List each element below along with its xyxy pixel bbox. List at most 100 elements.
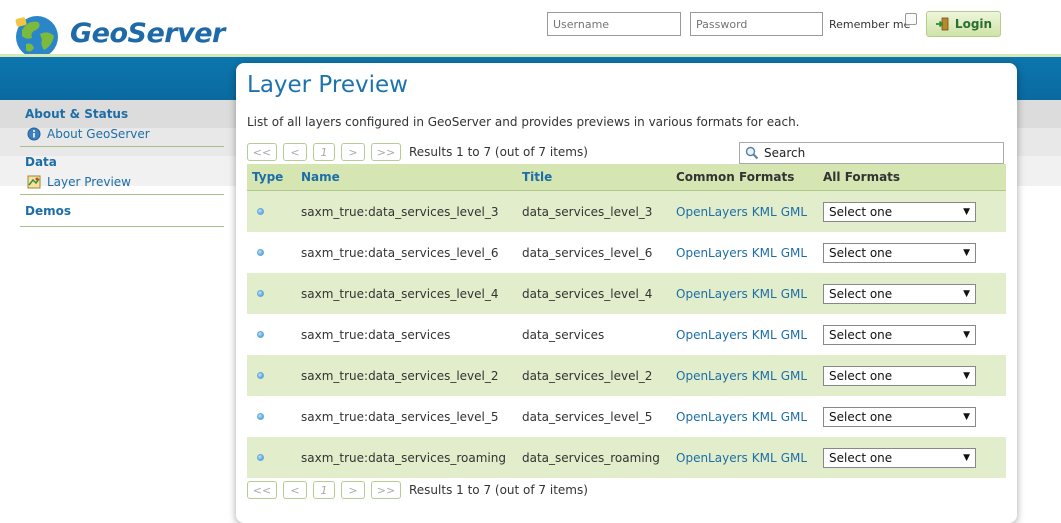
all-formats-cell: Select one ▼ bbox=[823, 447, 1006, 468]
format-link-openlayers[interactable]: OpenLayers bbox=[676, 369, 748, 383]
format-link-openlayers[interactable]: OpenLayers bbox=[676, 246, 748, 260]
layer-name-cell: saxm_true:data_services_level_2 bbox=[301, 368, 499, 383]
format-link-gml[interactable]: GML bbox=[781, 410, 807, 424]
pager-prev-button[interactable]: < bbox=[283, 143, 307, 161]
pager-next-button[interactable]: > bbox=[341, 143, 365, 161]
format-link-gml[interactable]: GML bbox=[781, 328, 807, 342]
pager-first-button[interactable]: << bbox=[247, 481, 277, 499]
common-formats-cell: OpenLayers KML GML bbox=[676, 451, 823, 465]
point-layer-icon bbox=[257, 249, 264, 256]
all-formats-select[interactable]: Select one ▼ bbox=[823, 201, 976, 222]
remember-me-checkbox[interactable] bbox=[905, 13, 917, 25]
point-layer-icon bbox=[257, 413, 264, 420]
common-formats-cell: OpenLayers KML GML bbox=[676, 410, 823, 424]
login-button[interactable]: Login bbox=[926, 11, 1001, 37]
pager-results-text: Results 1 to 7 (out of 7 items) bbox=[409, 483, 588, 497]
login-icon bbox=[935, 17, 949, 31]
search-icon bbox=[745, 146, 759, 160]
sidebar-item-label: About GeoServer bbox=[47, 127, 150, 141]
point-layer-icon bbox=[257, 290, 264, 297]
sidebar-section-title: Demos bbox=[25, 204, 71, 218]
common-formats-cell: OpenLayers KML GML bbox=[676, 246, 823, 260]
select-value: Select one bbox=[829, 327, 893, 342]
page-title: Layer Preview bbox=[247, 72, 408, 98]
logo-text: GeoServer bbox=[70, 18, 225, 49]
format-link-openlayers[interactable]: OpenLayers bbox=[676, 287, 748, 301]
table-row: saxm_true:data_services_roaming data_serv… bbox=[247, 437, 1006, 478]
format-link-openlayers[interactable]: OpenLayers bbox=[676, 205, 748, 219]
common-formats-cell: OpenLayers KML GML bbox=[676, 205, 823, 219]
select-value: Select one bbox=[829, 409, 893, 424]
sidebar: About & Status About GeoServer Data Laye… bbox=[20, 100, 224, 227]
username-input[interactable] bbox=[547, 12, 681, 36]
sidebar-section-demos[interactable]: Demos bbox=[20, 195, 224, 227]
select-value: Select one bbox=[829, 245, 893, 260]
point-layer-icon bbox=[257, 372, 264, 379]
layer-name-cell: saxm_true:data_services_level_3 bbox=[301, 204, 499, 219]
all-formats-select[interactable]: Select one ▼ bbox=[823, 242, 976, 263]
type-cell bbox=[247, 372, 301, 379]
sidebar-item-about-geoserver[interactable]: About GeoServer bbox=[25, 127, 219, 141]
pager-last-button[interactable]: >> bbox=[371, 481, 401, 499]
layer-title-cell: data_services_level_2 bbox=[522, 368, 653, 383]
table-header-row: Type Name Title Common Formats All Forma… bbox=[247, 164, 1006, 191]
table-body: saxm_true:data_services_level_3 data_serv… bbox=[247, 191, 1006, 478]
format-link-kml[interactable]: KML bbox=[752, 287, 777, 301]
format-link-kml[interactable]: KML bbox=[752, 246, 777, 260]
format-link-openlayers[interactable]: OpenLayers bbox=[676, 410, 748, 424]
format-link-kml[interactable]: KML bbox=[752, 369, 777, 383]
table-row: saxm_true:data_services data_services Open… bbox=[247, 314, 1006, 355]
search-input[interactable]: Search bbox=[739, 142, 1004, 164]
type-cell bbox=[247, 208, 301, 215]
format-link-openlayers[interactable]: OpenLayers bbox=[676, 328, 748, 342]
column-header-title[interactable]: Title bbox=[522, 170, 676, 184]
dropdown-arrow-icon: ▼ bbox=[963, 288, 970, 299]
all-formats-select[interactable]: Select one ▼ bbox=[823, 365, 976, 386]
pager-next-button[interactable]: > bbox=[341, 481, 365, 499]
column-header-name[interactable]: Name bbox=[301, 170, 522, 184]
format-link-kml[interactable]: KML bbox=[752, 410, 777, 424]
column-header-all-formats: All Formats bbox=[823, 170, 901, 184]
layer-name-cell: saxm_true:data_services bbox=[301, 327, 451, 342]
pager-prev-button[interactable]: < bbox=[283, 481, 307, 499]
layer-title-cell: data_services_level_4 bbox=[522, 286, 653, 301]
all-formats-select[interactable]: Select one ▼ bbox=[823, 447, 976, 468]
sidebar-section-about-status: About & Status About GeoServer bbox=[20, 100, 224, 147]
format-link-openlayers[interactable]: OpenLayers bbox=[676, 451, 748, 465]
format-link-gml[interactable]: GML bbox=[781, 246, 807, 260]
layer-name-cell: saxm_true:data_services_level_6 bbox=[301, 245, 499, 260]
layer-name-cell: saxm_true:data_services_level_5 bbox=[301, 409, 499, 424]
all-formats-cell: Select one ▼ bbox=[823, 406, 1006, 427]
layer-title-cell: data_services bbox=[522, 327, 605, 342]
type-cell bbox=[247, 290, 301, 297]
column-header-type[interactable]: Type bbox=[247, 170, 301, 184]
all-formats-select[interactable]: Select one ▼ bbox=[823, 283, 976, 304]
layer-name-cell: saxm_true:data_services_level_4 bbox=[301, 286, 499, 301]
table-row: saxm_true:data_services_level_5 data_serv… bbox=[247, 396, 1006, 437]
format-link-gml[interactable]: GML bbox=[781, 205, 807, 219]
all-formats-select[interactable]: Select one ▼ bbox=[823, 324, 976, 345]
format-link-gml[interactable]: GML bbox=[781, 287, 807, 301]
format-link-gml[interactable]: GML bbox=[781, 369, 807, 383]
password-input[interactable] bbox=[690, 12, 823, 36]
remember-me-label: Remember me bbox=[829, 18, 911, 31]
table-row: saxm_true:data_services_level_6 data_serv… bbox=[247, 232, 1006, 273]
column-header-common-formats: Common Formats bbox=[676, 170, 795, 184]
format-link-gml[interactable]: GML bbox=[781, 451, 807, 465]
format-link-kml[interactable]: KML bbox=[752, 205, 777, 219]
dropdown-arrow-icon: ▼ bbox=[963, 206, 970, 217]
layers-table: Type Name Title Common Formats All Forma… bbox=[247, 164, 1006, 478]
dropdown-arrow-icon: ▼ bbox=[963, 452, 970, 463]
type-cell bbox=[247, 413, 301, 420]
pager-page-button[interactable]: 1 bbox=[313, 143, 335, 161]
sidebar-item-layer-preview[interactable]: Layer Preview bbox=[25, 175, 219, 189]
pager-results-text: Results 1 to 7 (out of 7 items) bbox=[409, 145, 588, 159]
pager-first-button[interactable]: << bbox=[247, 143, 277, 161]
pager-page-button[interactable]: 1 bbox=[313, 481, 335, 499]
point-layer-icon bbox=[257, 331, 264, 338]
pager-last-button[interactable]: >> bbox=[371, 143, 401, 161]
format-link-kml[interactable]: KML bbox=[752, 328, 777, 342]
format-link-kml[interactable]: KML bbox=[752, 451, 777, 465]
sidebar-section-title: About & Status bbox=[25, 107, 129, 121]
all-formats-select[interactable]: Select one ▼ bbox=[823, 406, 976, 427]
